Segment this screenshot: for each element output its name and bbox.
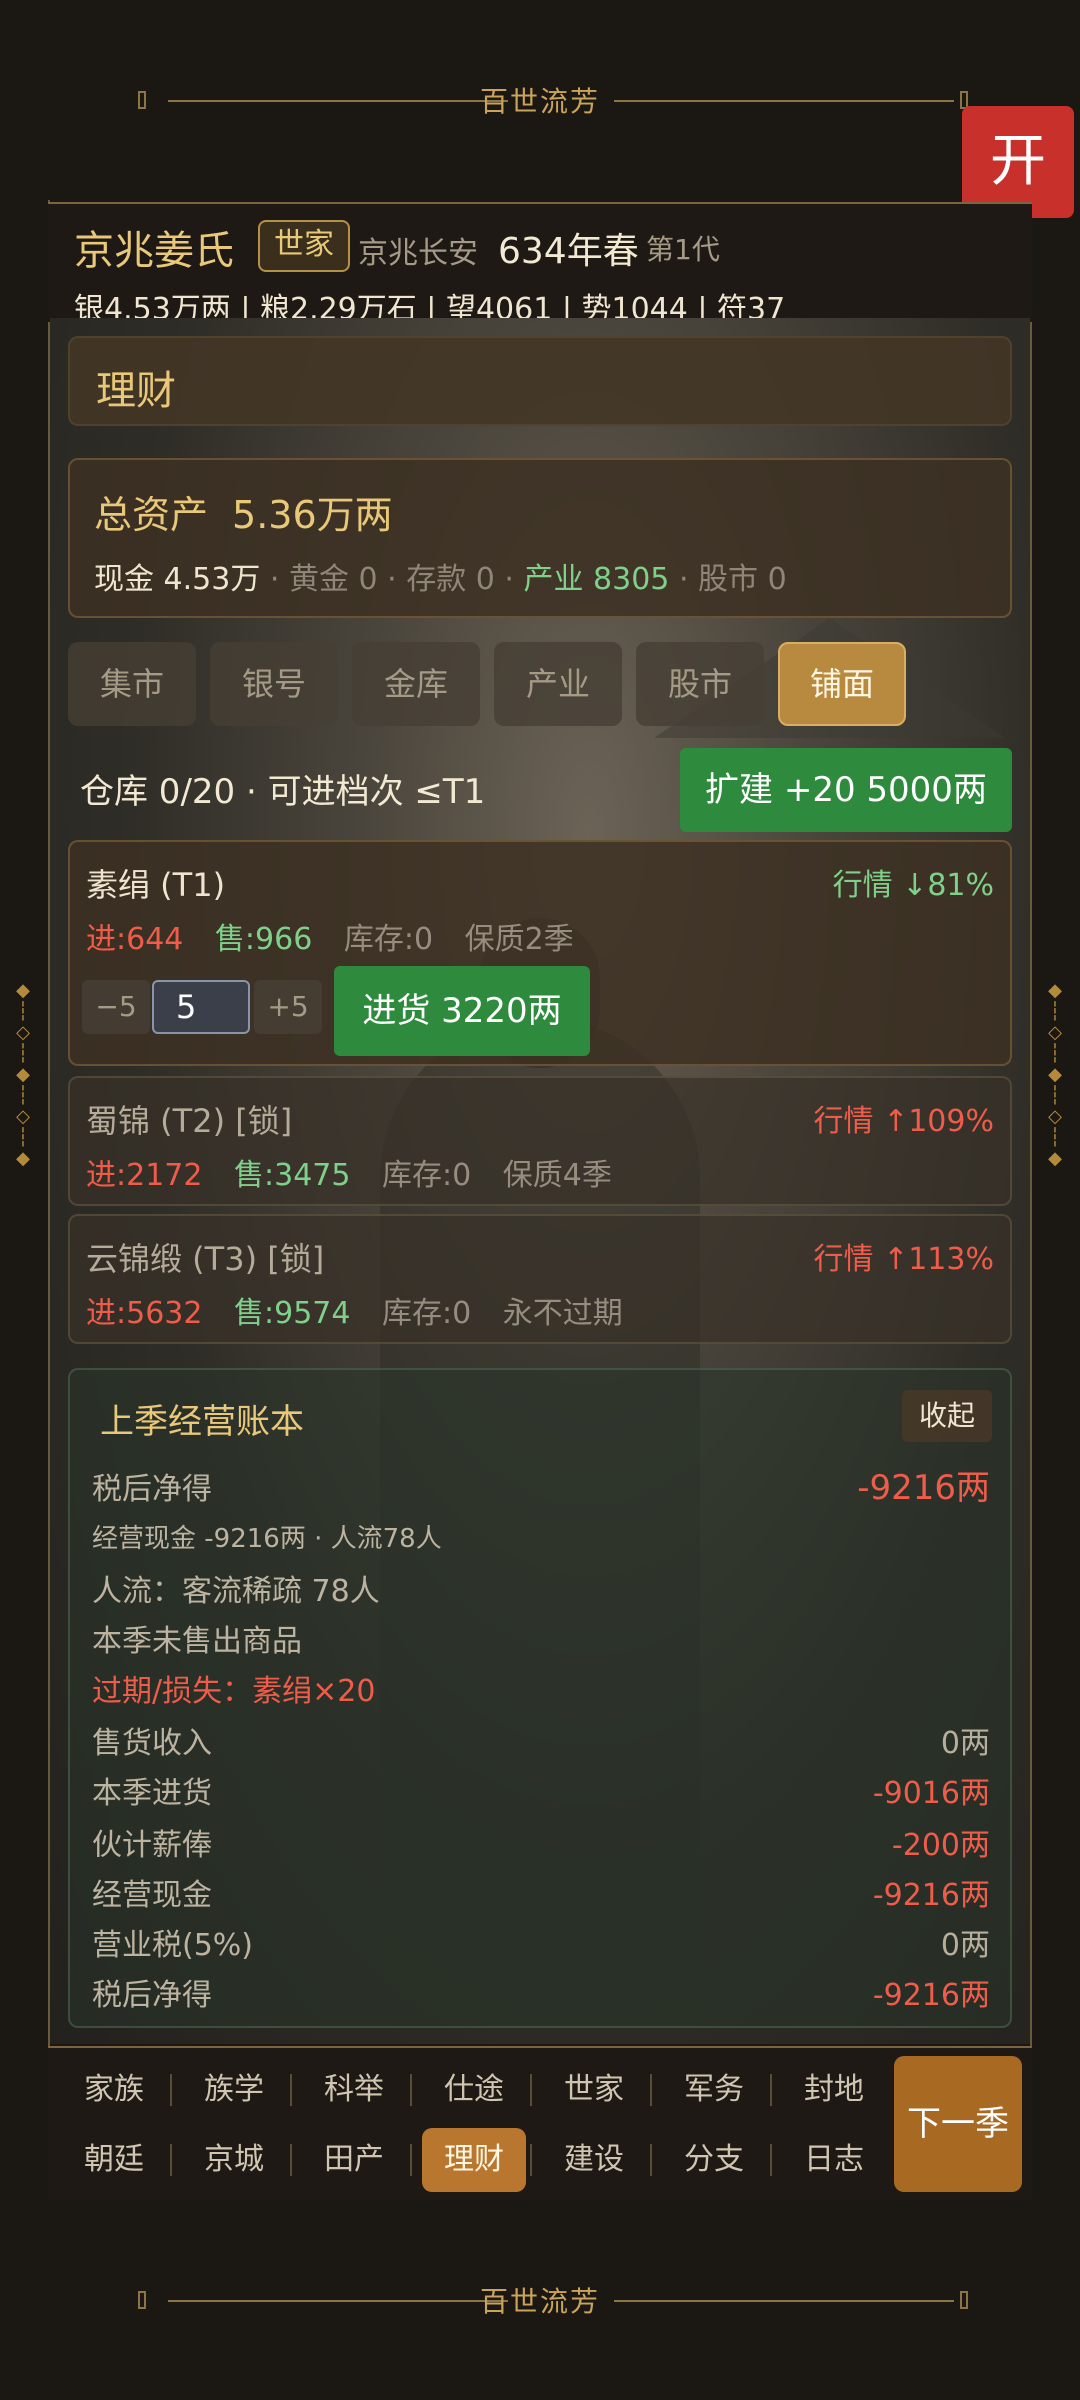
section-header: 理财 [68, 336, 1012, 426]
goods-item: 素绢 (T1) 行情 ↓81% 进:644 售:966 库存:0 保质2季 −5… [68, 840, 1012, 1066]
tab-shops[interactable]: 铺面 [778, 642, 906, 726]
bottom-banner: 百世流芳 [48, 2200, 1032, 2400]
bottom-navigation: 家族 族学 科举 仕途 世家 军务 封地 朝廷 京城 田产 理财 建设 分支 日… [48, 2046, 1032, 2202]
shelf-life: 保质4季 [502, 1158, 612, 1193]
nav-fief[interactable]: 封地 [782, 2058, 886, 2122]
ledger-traffic: 人流：客流稀疏 78人 [92, 1574, 380, 1609]
sell-price: 售:9574 [234, 1296, 351, 1331]
ledger-net-row: 税后净得 -9216两 [92, 1464, 990, 1508]
market-trend: 行情 ↑109% [813, 1104, 994, 1139]
nav-career[interactable]: 仕途 [422, 2058, 526, 2122]
ledger-row: 本季进货 -9016两 [92, 1776, 990, 1811]
nav-clan[interactable]: 家族 [62, 2058, 166, 2122]
goods-item: 云锦缎 (T3) [锁] 行情 ↑113% 进:5632 售:9574 库存:0… [68, 1214, 1012, 1344]
market-trend: 行情 ↓81% [832, 868, 994, 903]
ledger-row: 经营现金 -9216两 [92, 1878, 990, 1913]
nav-school[interactable]: 族学 [182, 2058, 286, 2122]
decrease-5-button[interactable]: −5 [82, 980, 150, 1034]
quantity-input[interactable]: 5 [152, 980, 250, 1034]
goods-item: 蜀锦 (T2) [锁] 行情 ↑109% 进:2172 售:3475 库存:0 … [68, 1076, 1012, 1206]
top-banner: 百世流芳 [48, 0, 1032, 200]
year: 634年春 [498, 231, 639, 272]
status-bar: 京兆姜氏 世家 京兆长安 634年春 第1代 银4.53万两 | 粮2.29万石… [48, 202, 1032, 327]
total-assets-label: 总资产 [94, 493, 209, 537]
finance-content[interactable]: 理财 总资产 5.36万两 现金 4.53万 · 黄金 0 · 存款 0 · 产业… [50, 318, 1030, 2044]
shelf-life: 保质2季 [464, 922, 574, 957]
increase-5-button[interactable]: +5 [254, 980, 322, 1034]
sell-price: 售:966 [214, 922, 313, 957]
stock-count: 库存:0 [343, 922, 434, 957]
nav-log[interactable]: 日志 [782, 2128, 886, 2192]
ledger-row: 伙计薪俸 -200两 [92, 1828, 990, 1863]
stock-value: 股市 0 [698, 562, 787, 597]
total-assets-value: 5.36万两 [232, 493, 393, 537]
sell-price: 售:3475 [234, 1158, 351, 1193]
nav-military[interactable]: 军务 [662, 2058, 766, 2122]
nav-exam[interactable]: 科举 [302, 2058, 406, 2122]
tab-stocks[interactable]: 股市 [636, 642, 764, 726]
nav-capital[interactable]: 京城 [182, 2128, 286, 2192]
goods-name: 蜀锦 (T2) [锁] [86, 1102, 293, 1140]
net-label: 税后净得 [92, 1472, 212, 1507]
warehouse-info: 仓库 0/20 · 可进档次 ≤T1 [80, 772, 486, 812]
stock-count: 库存:0 [382, 1158, 472, 1193]
buy-price: 进:2172 [86, 1158, 203, 1193]
next-season-button[interactable]: 下一季 [894, 2056, 1022, 2192]
nav-farmland[interactable]: 田产 [302, 2128, 406, 2192]
nav-families[interactable]: 世家 [542, 2058, 646, 2122]
industry-value: 产业 8305 [523, 562, 670, 597]
nav-finance[interactable]: 理财 [422, 2128, 526, 2192]
tab-industry[interactable]: 产业 [494, 642, 622, 726]
ledger-row: 营业税(5%) 0两 [92, 1928, 990, 1963]
ledger-row: 税后净得 -9216两 [92, 1978, 990, 2013]
goods-name: 素绢 (T1) [86, 866, 226, 904]
ledger-title: 上季经营账本 [100, 1402, 304, 1442]
purchase-button[interactable]: 进货 3220两 [334, 966, 590, 1056]
left-ornament: ◆ ┆ ◇ ┆ ◆ ┆ ◇ ┆ ◆ [16, 980, 30, 1169]
tab-treasury[interactable]: 金库 [352, 642, 480, 726]
buy-price: 进:644 [86, 922, 184, 957]
cash-value: 现金 4.53万 [94, 562, 261, 597]
market-trend: 行情 ↑113% [813, 1242, 994, 1277]
rank-badge: 世家 [258, 220, 350, 272]
expand-warehouse-button[interactable]: 扩建 +20 5000两 [680, 748, 1012, 832]
stock-count: 库存:0 [382, 1296, 472, 1331]
ledger-summary: 经营现金 -9216两 · 人流78人 [92, 1524, 442, 1554]
shelf-life: 永不过期 [502, 1296, 623, 1331]
nav-construction[interactable]: 建设 [542, 2128, 646, 2192]
ledger-loss: 过期/损失：素绢×20 [92, 1674, 376, 1709]
gold-value: 黄金 0 [288, 562, 378, 597]
tab-bank[interactable]: 银号 [210, 642, 338, 726]
section-title: 理财 [96, 368, 176, 414]
right-ornament: ◆ ┆ ◇ ┆ ◆ ┆ ◇ ┆ ◆ [1048, 980, 1062, 1169]
last-season-ledger: 上季经营账本 收起 税后净得 -9216两 经营现金 -9216两 · 人流78… [68, 1368, 1012, 2028]
buy-price: 进:5632 [86, 1296, 203, 1331]
generation: 第1代 [646, 233, 720, 266]
collapse-button[interactable]: 收起 [902, 1390, 992, 1442]
tab-market[interactable]: 集市 [68, 642, 196, 726]
ledger-row: 售货收入 0两 [92, 1726, 990, 1761]
total-assets-card: 总资产 5.36万两 现金 4.53万 · 黄金 0 · 存款 0 · 产业 83… [68, 458, 1012, 618]
ledger-no-sales: 本季未售出商品 [92, 1624, 302, 1659]
frame-right-line [1030, 0, 1032, 2400]
clan-name: 京兆姜氏 [74, 228, 234, 274]
nav-branches[interactable]: 分支 [662, 2128, 766, 2192]
deposit-value: 存款 0 [406, 562, 495, 597]
nav-court[interactable]: 朝廷 [62, 2128, 166, 2192]
goods-name: 云锦缎 (T3) [锁] [86, 1240, 325, 1278]
location: 京兆长安 [358, 236, 478, 271]
net-value: -9216两 [857, 1468, 990, 1508]
